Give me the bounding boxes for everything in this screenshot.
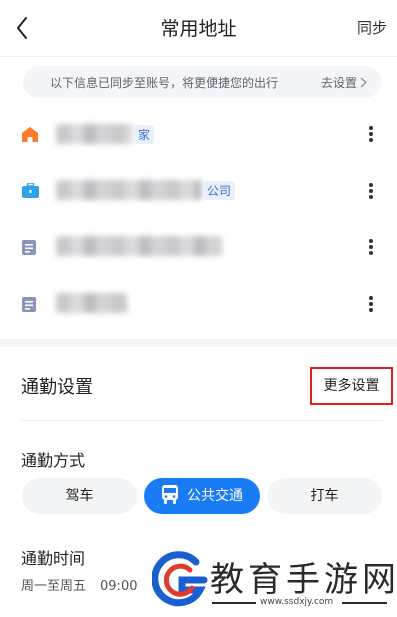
nav-bar: 常用地址 同步 — [0, 0, 397, 56]
mode-drive-button[interactable]: 驾车 — [22, 478, 137, 514]
divider — [0, 56, 397, 57]
document-icon — [22, 297, 36, 312]
mode-transit-button[interactable]: 公共交通 — [144, 478, 260, 514]
address-item[interactable] — [0, 276, 397, 332]
watermark-rule — [342, 602, 387, 604]
commute-time-label: 通勤时间 — [21, 549, 86, 568]
more-vertical-icon — [368, 239, 374, 255]
more-vertical-icon — [368, 296, 374, 312]
watermark-text: 教育手游网 — [210, 560, 397, 600]
watermark: 教育手游网 www.ssdxjy.com — [152, 548, 397, 617]
address-panel: 常用地址 同步 以下信息已同步至账号，将更便捷您的出行 去设置 家 公司 — [0, 0, 397, 339]
address-text-redacted — [56, 236, 222, 256]
address-text-redacted — [56, 180, 202, 200]
more-options-button[interactable] — [368, 183, 374, 201]
home-icon — [22, 127, 38, 142]
commute-time-value[interactable]: 周一至周五 09:00 — [21, 575, 137, 594]
watermark-url: www.ssdxjy.com — [260, 597, 334, 607]
address-text-redacted — [56, 293, 128, 313]
page: 常用地址 同步 以下信息已同步至账号，将更便捷您的出行 去设置 家 公司 通勤设… — [0, 0, 397, 617]
address-tag: 家 — [134, 125, 155, 144]
watermark-logo — [152, 551, 208, 607]
commute-mode-label: 通勤方式 — [21, 451, 86, 470]
address-item-company[interactable]: 公司 — [0, 163, 397, 219]
go-settings-label: 去设置 — [320, 76, 357, 90]
more-vertical-icon — [368, 126, 374, 142]
address-item-home[interactable]: 家 — [0, 106, 397, 162]
more-options-button[interactable] — [368, 239, 374, 257]
more-options-button[interactable] — [368, 126, 374, 144]
section-title: 通勤设置 — [21, 377, 93, 398]
banner-text: 以下信息已同步至账号，将更便捷您的出行 — [50, 76, 279, 90]
page-title: 常用地址 — [160, 18, 237, 40]
divider — [21, 420, 383, 421]
address-tag: 公司 — [203, 181, 236, 200]
address-text-redacted — [56, 124, 133, 144]
go-settings-link[interactable]: 去设置 — [321, 74, 367, 91]
more-settings-button[interactable]: 更多设置 — [310, 367, 393, 405]
mode-transit-label: 公共交通 — [187, 488, 243, 504]
mode-taxi-button[interactable]: 打车 — [267, 478, 382, 514]
more-vertical-icon — [368, 183, 374, 199]
sync-banner[interactable]: 以下信息已同步至账号，将更便捷您的出行 去设置 — [23, 66, 381, 98]
chevron-right-icon — [360, 77, 367, 88]
commute-days: 周一至周五 — [21, 579, 87, 594]
watermark-rule — [212, 602, 256, 604]
commute-time: 09:00 — [100, 579, 138, 594]
document-icon — [22, 240, 36, 255]
address-item[interactable] — [0, 219, 397, 275]
briefcase-icon — [22, 183, 39, 198]
more-options-button[interactable] — [368, 296, 374, 314]
sync-button[interactable]: 同步 — [357, 17, 387, 38]
bus-icon — [162, 485, 178, 504]
